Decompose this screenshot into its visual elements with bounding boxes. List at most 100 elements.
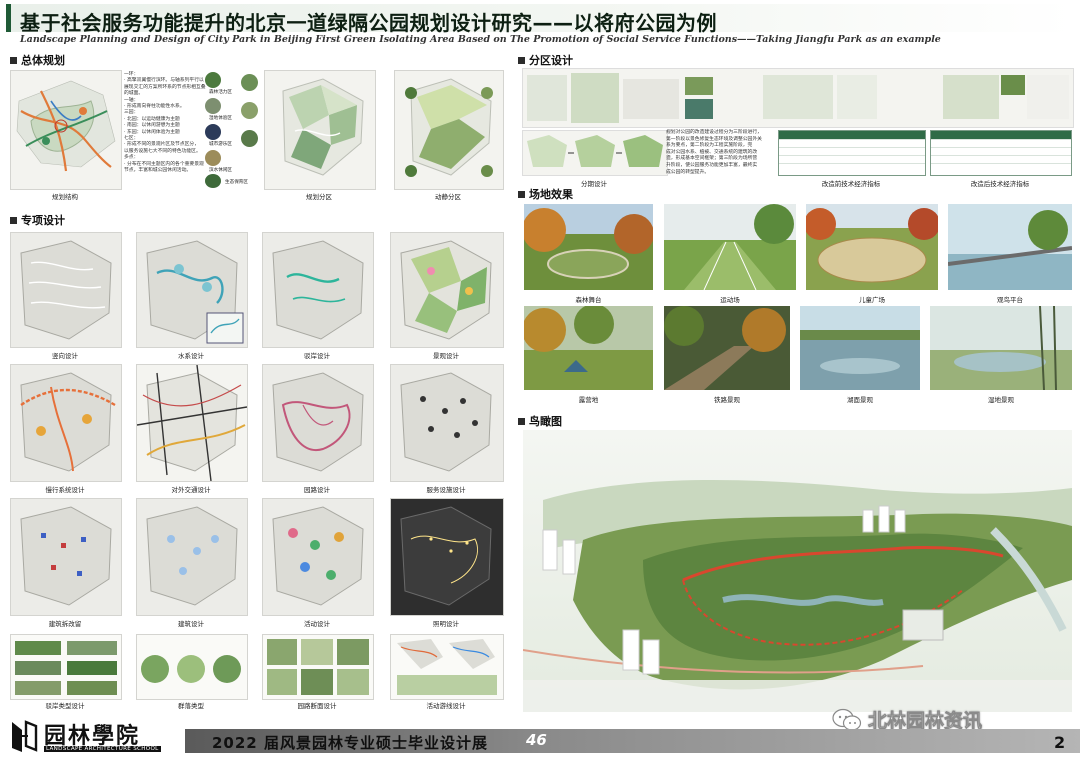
activity-design-map [262, 498, 374, 616]
caption-children-plaza: 儿童广场 [859, 296, 885, 304]
caption-service-facility: 服务设施设计 [426, 486, 466, 494]
caption-after-index: 改造后技术经济指标 [970, 180, 1030, 188]
section-square-icon [518, 190, 525, 198]
poster-number: 46 [526, 731, 547, 749]
legend-label: 湿地体验区 [209, 116, 232, 121]
legend-label: 城市游乐区 [209, 142, 232, 147]
section-site-effect: 场地效果 [518, 186, 573, 202]
legend-city-thumb [205, 124, 221, 140]
zoning-text-line: 规划对公园的改造建设过程分为三阶段进行， [666, 130, 762, 135]
activity-route-panel [390, 634, 504, 700]
landscape-design-map [390, 232, 504, 348]
caption-plan-zoning: 规划分区 [306, 193, 332, 201]
photo-children-plaza [806, 204, 938, 290]
path-section-panel [262, 634, 374, 700]
revetment-design-map [262, 232, 374, 348]
table-row [779, 163, 925, 171]
caption-path-design: 园路设计 [304, 486, 330, 494]
section-zoning: 分区设计 [518, 52, 573, 68]
vertical-design-map [10, 232, 122, 348]
section-label: 分区设计 [529, 54, 573, 67]
table-header [779, 131, 925, 139]
caption-community-type: 群落类型 [178, 702, 204, 710]
revetment-type-panel [10, 634, 122, 700]
section-label: 场地效果 [529, 188, 573, 201]
legend-label: 森林活力区 [209, 90, 232, 95]
section-square-icon [518, 56, 525, 64]
caption-before-index: 改造前技术经济指标 [821, 180, 881, 188]
school-logo-english: LANDSCAPE ARCHITECTURE SCHOOL [44, 746, 161, 752]
before-index-table [778, 130, 926, 176]
poster-title: 基于社会服务功能提升的北京一道绿隔公园规划设计研究——以将府公园为例 [20, 11, 717, 35]
zoning-text-line: 造，形成基本空间框架；第三阶段为场所营 [666, 156, 758, 162]
section-label: 专项设计 [21, 214, 65, 227]
table-row [779, 139, 925, 147]
zoning-text-line: 系为要点，第二阶段为工程实施阶段，完 [666, 143, 753, 149]
caption-vertical-design: 竖向设计 [52, 352, 78, 360]
caption-campsite: 露营地 [578, 396, 599, 404]
legend-thumb [241, 102, 258, 119]
section-special-design: 专项设计 [10, 212, 65, 228]
community-type-panel [136, 634, 248, 700]
after-index-table [930, 130, 1072, 176]
building-demolition-map [10, 498, 122, 616]
page-number: 2 [1054, 733, 1066, 752]
plan-zoning-map [264, 70, 376, 190]
table-row [779, 155, 925, 163]
table-row [931, 155, 1071, 163]
caption-forest-stage: 森林舞台 [575, 296, 602, 304]
legend-water-thumb [205, 150, 221, 166]
section-square-icon [10, 216, 17, 224]
water-system-map [136, 232, 248, 348]
section-square-icon [518, 417, 525, 425]
caption-wetland-landscape: 湿地景观 [988, 396, 1014, 404]
exhibition-title: 2022 届风景园林专业硕士毕业设计展 [212, 734, 488, 752]
zoning-text-line: 升阶段，使公园服务功能更加丰富，最终实 [666, 162, 758, 168]
legend-thumb [241, 130, 258, 147]
legend-label: 滨水休闲区 [209, 168, 232, 173]
zone-legend: 森林活力区 湿地体验区 城市游乐区 滨水休闲区 生态保育区 [205, 72, 265, 190]
photo-wetland-landscape [930, 306, 1072, 390]
phase-diagram [522, 130, 668, 176]
poster-header: 基于社会服务功能提升的北京一道绿隔公园规划设计研究——以将府公园为例 Lands… [0, 0, 1080, 48]
caption-lake-landscape: 湖面景观 [847, 396, 873, 404]
caption-birdwatching-platform: 观鸟平台 [997, 296, 1023, 304]
table-header [931, 131, 1071, 139]
section-master-plan: 总体规划 [10, 52, 65, 68]
zoning-text-line: 成公园的转型提升。 [666, 169, 710, 175]
path-design-map [262, 364, 374, 482]
section-label: 总体规划 [21, 54, 65, 67]
legend-eco-thumb [205, 174, 221, 188]
table-row [931, 139, 1071, 147]
legend-thumb [241, 74, 258, 91]
caption-slow-traffic: 慢行系统设计 [45, 486, 85, 494]
caption-sports-field: 运动场 [720, 296, 740, 304]
caption-plan-structure: 规划结构 [52, 193, 78, 201]
caption-activity-route: 活动游线设计 [426, 702, 466, 710]
slow-traffic-map [10, 364, 122, 482]
caption-revetment-design: 驳岸设计 [304, 352, 330, 360]
building-design-map [136, 498, 248, 616]
school-logo-icon [12, 720, 38, 752]
table-row [931, 163, 1071, 171]
service-facility-map [390, 364, 504, 482]
caption-active-quiet-zoning: 动静分区 [435, 193, 461, 201]
caption-external-traffic: 对外交通设计 [171, 486, 211, 494]
zoning-description: 规划对公园的改造建设过程分为三阶段进行， 第一阶段以景色修复生态环境及调整公园外… [666, 130, 778, 176]
legend-forest-thumb [205, 72, 221, 88]
plan-structure-map [10, 70, 122, 190]
aerial-view [523, 430, 1072, 712]
section-square-icon [10, 56, 17, 64]
title-accent-bar [6, 4, 11, 32]
caption-activity-design: 活动设计 [304, 620, 330, 628]
caption-lighting-design: 照明设计 [433, 620, 459, 628]
caption-landscape-design: 景观设计 [433, 352, 459, 360]
poster-subtitle: Landscape Planning and Design of City Pa… [20, 34, 941, 45]
photo-campsite [524, 306, 653, 390]
photo-lake-landscape [800, 306, 920, 390]
photo-forest-stage [524, 204, 653, 290]
zoning-thumbnail-strip [522, 68, 1074, 128]
caption-railway-landscape: 铁路景观 [714, 396, 740, 404]
table-row [931, 147, 1071, 155]
caption-revetment-type: 驳岸类型设计 [45, 702, 85, 710]
